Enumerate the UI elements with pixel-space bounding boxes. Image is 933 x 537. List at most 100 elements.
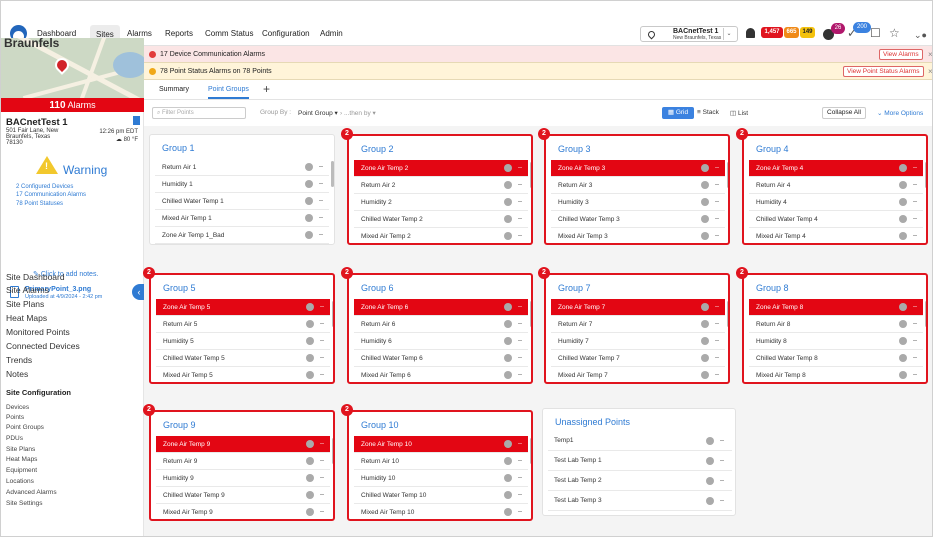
point-row[interactable]: Zone Air Temp 10 -- <box>354 436 528 453</box>
point-row[interactable]: Humidity 2 -- <box>354 194 528 211</box>
point-row[interactable]: Chilled Water Temp 4 -- <box>749 211 923 228</box>
point-row[interactable]: Mixed Air Temp 9 -- <box>156 504 330 519</box>
point-row[interactable]: Chilled Water Temp 3 -- <box>551 211 725 228</box>
view-point-status-alarms-button[interactable]: View Point Status Alarms <box>843 66 924 77</box>
filter-points-input[interactable]: ⌕ Filter Points <box>152 107 246 119</box>
unassigned-point-row[interactable]: Test Lab Temp 1 -- <box>548 451 732 471</box>
communication-alarms-link[interactable]: 17 Communication Alarms <box>16 192 86 198</box>
configured-devices-link[interactable]: 2 Configured Devices <box>16 184 73 190</box>
menu-site-alarms[interactable]: Site Alarms <box>6 285 49 295</box>
point-row[interactable]: Humidity 6 -- <box>354 333 528 350</box>
grid-view-button[interactable]: ▦ Grid <box>662 107 694 119</box>
config-site-plans[interactable]: Site Plans <box>6 446 35 453</box>
point-row[interactable]: Humidity 1 -- <box>155 176 329 193</box>
point-row[interactable]: Humidity 9 -- <box>156 470 330 487</box>
point-row[interactable]: Return Air 7 -- <box>551 316 725 333</box>
point-row[interactable]: Zone Air Temp 4 -- <box>749 160 923 177</box>
point-row[interactable]: Return Air 1 -- <box>155 159 329 176</box>
tab-point-groups[interactable]: Point Groups <box>208 86 249 99</box>
then-by-select[interactable]: › ...then by ▾ <box>340 109 376 117</box>
card-scrollbar[interactable] <box>530 162 531 188</box>
point-group-title[interactable]: Group 6 <box>361 283 394 293</box>
point-group-title[interactable]: Group 10 <box>361 420 399 430</box>
card-scrollbar[interactable] <box>727 301 728 327</box>
nav-alarms[interactable]: Alarms <box>127 29 152 38</box>
menu-connected-devices[interactable]: Connected Devices <box>6 341 80 351</box>
point-group-title[interactable]: Group 5 <box>163 283 196 293</box>
card-scrollbar[interactable] <box>332 438 333 464</box>
point-row[interactable]: Return Air 9 -- <box>156 453 330 470</box>
point-row[interactable]: Humidity 7 -- <box>551 333 725 350</box>
nav-comm-status[interactable]: Comm Status <box>205 29 253 38</box>
menu-notes[interactable]: Notes <box>6 369 28 379</box>
menu-monitored-points[interactable]: Monitored Points <box>6 327 70 337</box>
point-row[interactable]: Mixed Air Temp 1 -- <box>155 210 329 227</box>
card-scrollbar[interactable] <box>727 162 728 188</box>
bookmark-icon[interactable] <box>133 116 140 125</box>
comm-count-badge[interactable]: 665 <box>784 27 799 38</box>
close-icon[interactable]: × <box>928 46 932 63</box>
point-row[interactable]: Chilled Water Temp 2 -- <box>354 211 528 228</box>
config-equipment[interactable]: Equipment <box>6 467 37 474</box>
point-row[interactable]: Chilled Water Temp 10 -- <box>354 487 528 504</box>
point-row[interactable]: Chilled Water Temp 7 -- <box>551 350 725 367</box>
point-row[interactable]: Humidity 5 -- <box>156 333 330 350</box>
point-row[interactable]: Mixed Air Temp 2 -- <box>354 228 528 243</box>
nav-reports[interactable]: Reports <box>165 29 193 38</box>
config-locations[interactable]: Locations <box>6 478 34 485</box>
card-scrollbar[interactable] <box>332 301 333 327</box>
point-row[interactable]: Humidity 4 -- <box>749 194 923 211</box>
point-row[interactable]: Chilled Water Temp 8 -- <box>749 350 923 367</box>
point-row[interactable]: Return Air 2 -- <box>354 177 528 194</box>
menu-heat-maps[interactable]: Heat Maps <box>6 313 47 323</box>
notification-badge-a[interactable]: 26 <box>831 23 845 34</box>
point-row[interactable]: Return Air 5 -- <box>156 316 330 333</box>
site-map[interactable]: Braunfels <box>1 38 144 98</box>
config-point-groups[interactable]: Point Groups <box>6 424 44 431</box>
stack-view-button[interactable]: ≡ Stack <box>697 109 719 116</box>
point-row[interactable]: Humidity 8 -- <box>749 333 923 350</box>
config-advanced-alarms[interactable]: Advanced Alarms <box>6 489 57 496</box>
point-statuses-link[interactable]: 78 Point Statuses <box>16 201 63 207</box>
point-row[interactable]: Zone Air Temp 2 -- <box>354 160 528 177</box>
config-heat-maps[interactable]: Heat Maps <box>6 456 37 463</box>
point-row[interactable]: Mixed Air Temp 7 -- <box>551 367 725 382</box>
nav-admin[interactable]: Admin <box>320 29 343 38</box>
point-row[interactable]: Zone Air Temp 9 -- <box>156 436 330 453</box>
config-devices[interactable]: Devices <box>6 404 29 411</box>
point-row[interactable]: Zone Air Temp 6 -- <box>354 299 528 316</box>
nav-dashboard[interactable]: Dashboard <box>37 29 76 38</box>
point-row[interactable]: Zone Air Temp 5 -- <box>156 299 330 316</box>
point-row[interactable]: Humidity 10 -- <box>354 470 528 487</box>
card-scrollbar[interactable] <box>530 438 531 464</box>
point-row[interactable]: Return Air 3 -- <box>551 177 725 194</box>
point-row[interactable]: Chilled Water Temp 1 -- <box>155 193 329 210</box>
chat-icon[interactable]: ☐ <box>870 27 881 39</box>
close-icon[interactable]: × <box>928 63 932 80</box>
nav-configuration[interactable]: Configuration <box>262 29 310 38</box>
status-count-badge[interactable]: 149 <box>800 27 815 38</box>
point-row[interactable]: Mixed Air Temp 6 -- <box>354 367 528 382</box>
site-alarms-bar[interactable]: 110 Alarms <box>1 98 144 112</box>
point-row[interactable]: Mixed Air Temp 10 -- <box>354 504 528 519</box>
point-row[interactable]: Return Air 10 -- <box>354 453 528 470</box>
menu-site-plans[interactable]: Site Plans <box>6 299 44 309</box>
point-row[interactable]: Chilled Water Temp 5 -- <box>156 350 330 367</box>
add-tab-icon[interactable]: + <box>263 82 270 96</box>
point-group-title[interactable]: Group 3 <box>558 144 591 154</box>
config-pdus[interactable]: PDUs <box>6 435 23 442</box>
point-group-title[interactable]: Group 9 <box>163 420 196 430</box>
alarm-count-badge[interactable]: 1,457 <box>761 27 783 38</box>
point-row[interactable]: Mixed Air Temp 8 -- <box>749 367 923 382</box>
notification-badge-b[interactable]: 200 <box>853 22 871 33</box>
unassigned-point-row[interactable]: Test Lab Temp 2 -- <box>548 471 732 491</box>
point-row[interactable]: Mixed Air Temp 5 -- <box>156 367 330 382</box>
tab-summary[interactable]: Summary <box>159 86 189 93</box>
point-row[interactable]: Zone Air Temp 7 -- <box>551 299 725 316</box>
card-scrollbar[interactable] <box>331 161 334 187</box>
more-options-button[interactable]: ⌄ More Options <box>877 109 923 117</box>
point-group-title[interactable]: Group 2 <box>361 144 394 154</box>
point-row[interactable]: Return Air 6 -- <box>354 316 528 333</box>
card-scrollbar[interactable] <box>925 301 926 327</box>
view-alarms-button[interactable]: View Alarms <box>879 49 923 60</box>
